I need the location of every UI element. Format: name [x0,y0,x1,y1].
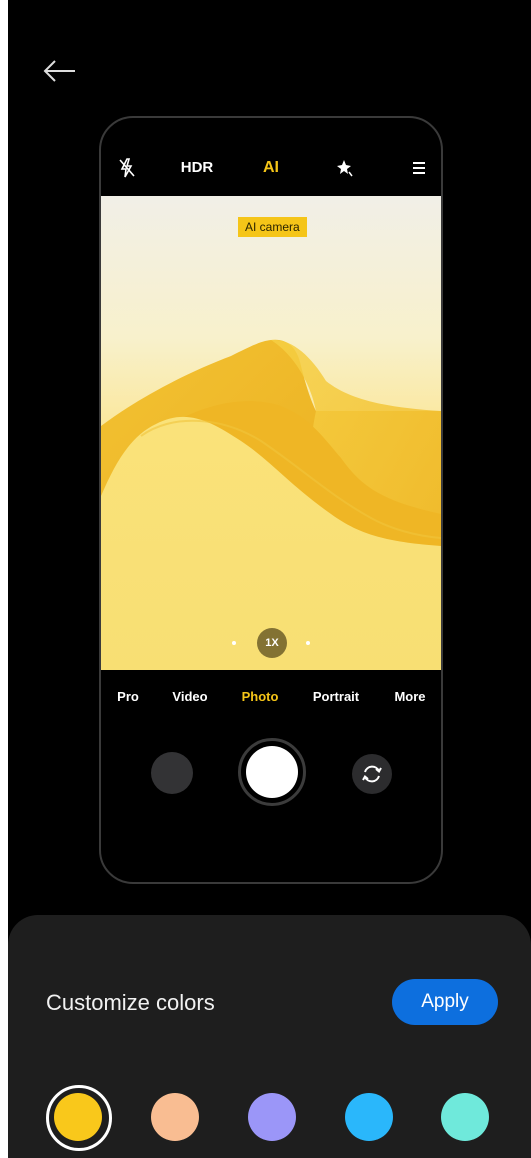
viewfinder: AI camera 1X [101,196,441,670]
color-swatch-lavender[interactable] [248,1093,296,1141]
mode-photo[interactable]: Photo [242,688,279,706]
switch-camera-button[interactable] [352,754,392,794]
camera-topbar: HDR AI [101,118,441,196]
mode-portrait[interactable]: Portrait [313,688,359,706]
ai-toggle[interactable]: AI [263,158,279,178]
screen: HDR AI AI camera 1X Pro Video Photo Port… [8,0,531,1158]
camera-preview: HDR AI AI camera 1X Pro Video Photo Port… [99,116,443,884]
color-swatch-blue[interactable] [345,1093,393,1141]
color-swatch-peach[interactable] [151,1093,199,1141]
camera-switch-icon [362,765,382,783]
back-button[interactable] [42,56,78,86]
camera-mode-bar: Pro Video Photo Portrait More [101,688,441,710]
sheet-title: Customize colors [46,990,215,1015]
apply-button[interactable]: Apply [392,979,498,1025]
ai-camera-badge: AI camera [238,217,307,237]
zoom-button[interactable]: 1X [257,628,287,658]
color-swatch-yellow[interactable] [46,1085,112,1151]
zoom-control: 1X [101,628,441,658]
sparkle-icon[interactable] [336,158,354,183]
arrow-left-icon [43,60,75,82]
mode-pro[interactable]: Pro [117,688,139,706]
shutter-button[interactable] [238,738,306,806]
mode-more[interactable]: More [394,688,425,706]
customize-colors-sheet: Customize colors Apply [8,915,531,1158]
hdr-toggle[interactable]: HDR [181,158,214,178]
menu-icon[interactable] [412,158,426,183]
color-swatch-teal[interactable] [441,1093,489,1141]
desert-dune-image [101,196,441,670]
flash-off-icon[interactable] [118,158,136,183]
zoom-dot[interactable] [306,641,310,645]
shutter-inner [246,746,298,798]
gallery-thumbnail[interactable] [151,752,193,794]
mode-video[interactable]: Video [172,688,207,706]
zoom-dot[interactable] [232,641,236,645]
